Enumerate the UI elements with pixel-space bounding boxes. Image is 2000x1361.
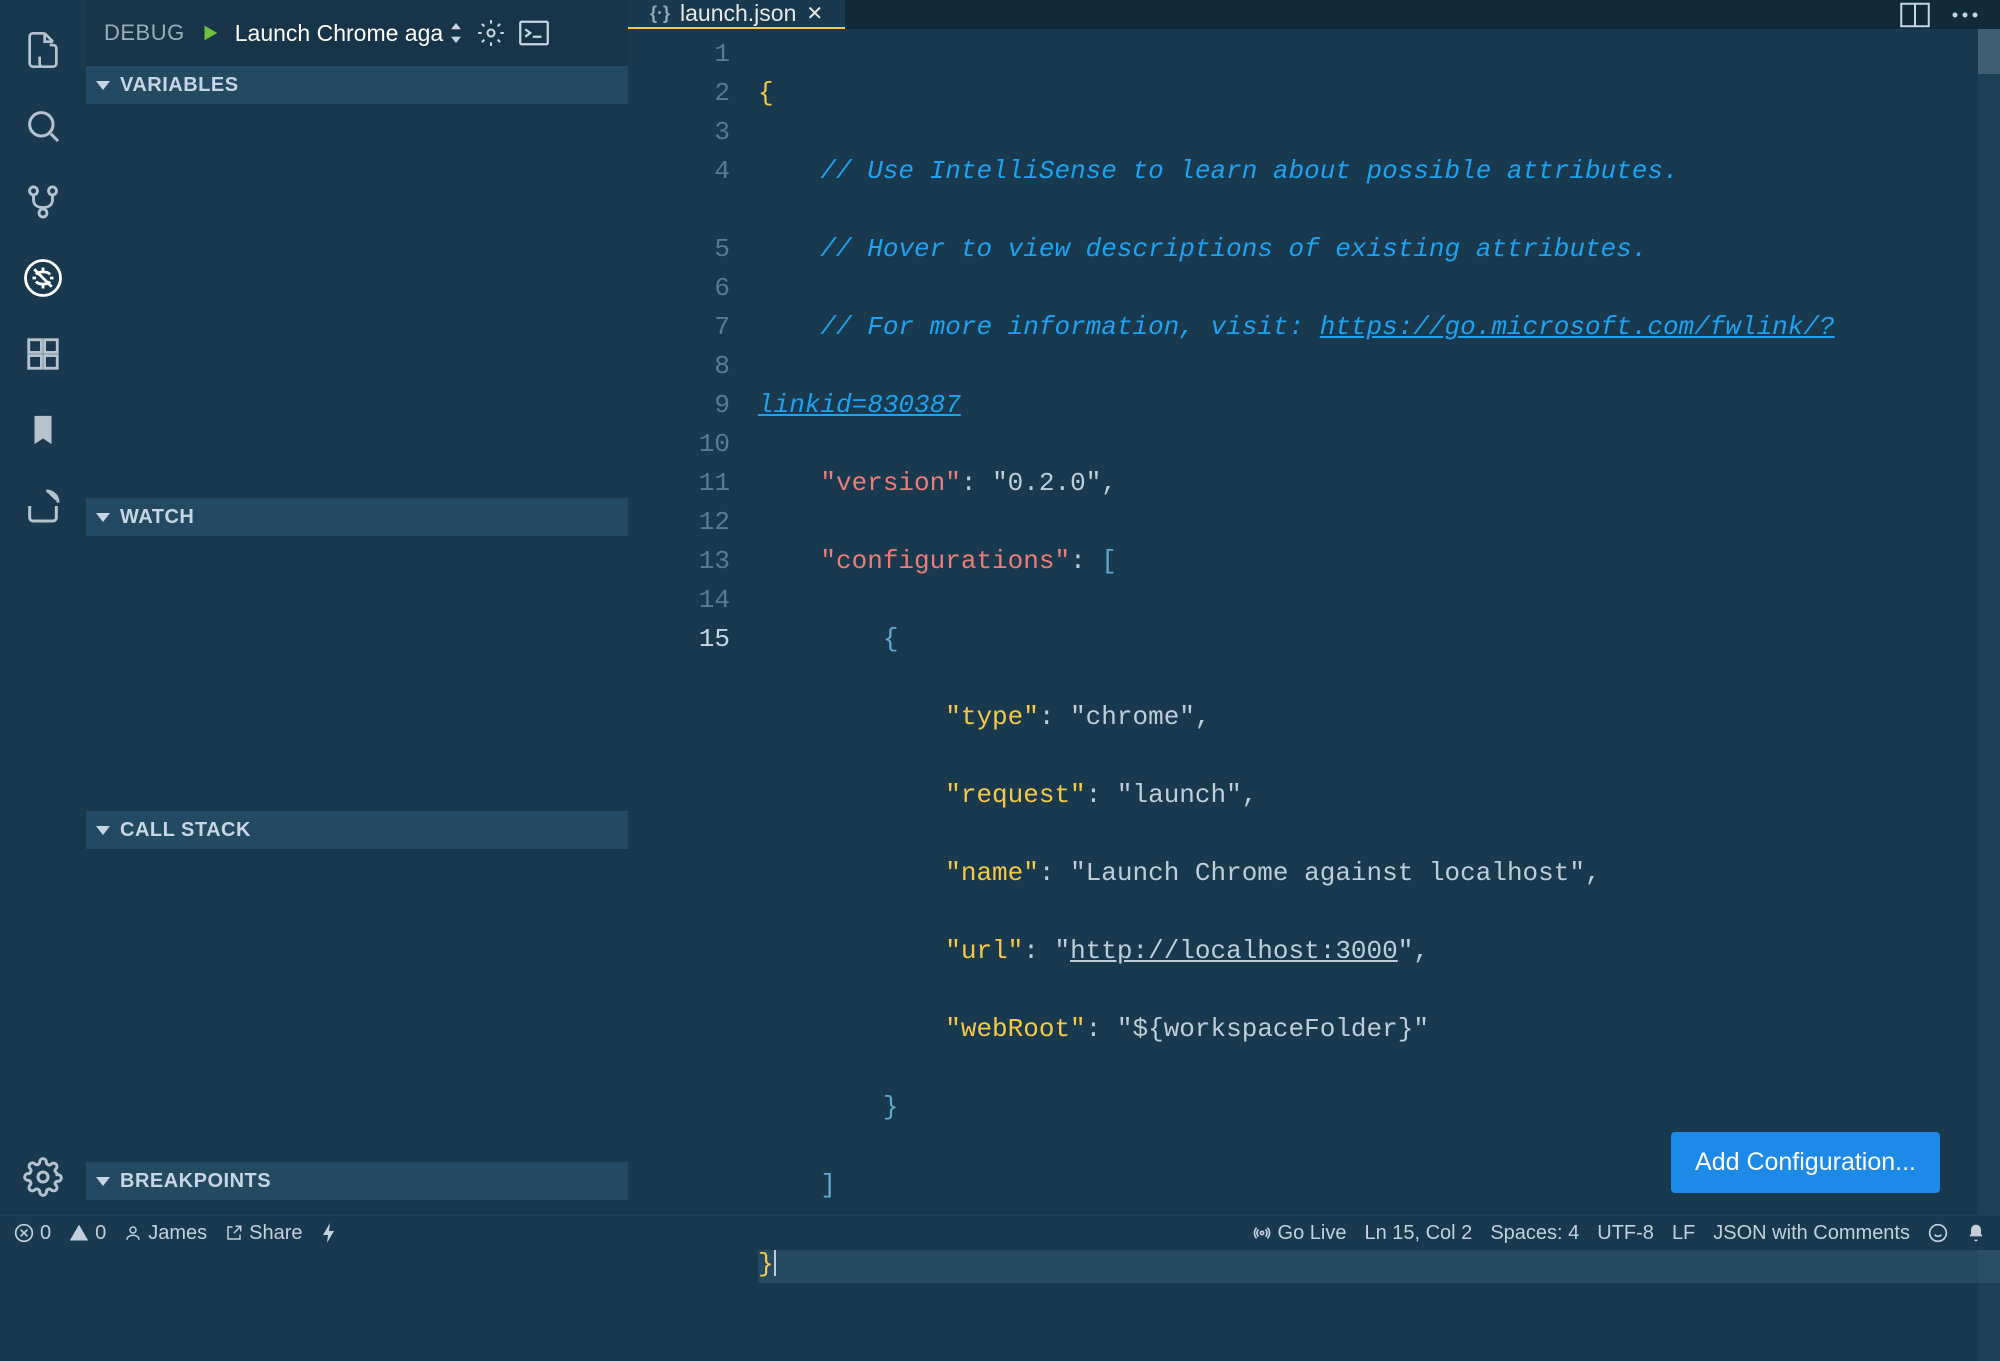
variables-section-header[interactable]: VARIABLES bbox=[86, 66, 628, 104]
status-golive[interactable]: Go Live bbox=[1252, 1222, 1347, 1245]
status-warnings[interactable]: 0 bbox=[69, 1222, 106, 1245]
extensions-icon[interactable] bbox=[11, 322, 75, 386]
minimap[interactable] bbox=[1978, 29, 2000, 1361]
settings-gear-icon[interactable] bbox=[11, 1145, 75, 1209]
chevron-down-icon bbox=[96, 513, 110, 522]
status-bar: 0 0 James Share Go Live Ln 15, Col 2 Spa… bbox=[0, 1215, 2000, 1250]
chevron-down-icon bbox=[96, 826, 110, 835]
status-bell-icon[interactable] bbox=[1966, 1223, 1986, 1243]
add-configuration-button[interactable]: Add Configuration... bbox=[1671, 1132, 1940, 1193]
json-file-icon: {·} bbox=[650, 3, 670, 24]
tab-filename: launch.json bbox=[680, 0, 796, 27]
close-icon[interactable]: ✕ bbox=[806, 1, 823, 26]
variables-label: VARIABLES bbox=[120, 74, 239, 97]
watch-body bbox=[86, 536, 628, 811]
explorer-icon[interactable] bbox=[11, 18, 75, 82]
debug-settings-icon[interactable] bbox=[477, 19, 505, 47]
debug-sidebar: DEBUG Launch Chrome aga VARIABLES bbox=[86, 0, 628, 1215]
chevron-down-icon bbox=[96, 81, 110, 90]
debug-console-icon[interactable] bbox=[519, 20, 549, 46]
status-eol[interactable]: LF bbox=[1672, 1222, 1695, 1245]
watch-label: WATCH bbox=[120, 506, 194, 529]
status-feedback-icon[interactable] bbox=[1928, 1223, 1948, 1243]
start-debug-icon[interactable] bbox=[199, 22, 221, 44]
search-icon[interactable] bbox=[11, 94, 75, 158]
breakpoints-label: BREAKPOINTS bbox=[120, 1170, 271, 1193]
callstack-section-header[interactable]: CALL STACK bbox=[86, 811, 628, 849]
breakpoints-section-header[interactable]: BREAKPOINTS bbox=[86, 1162, 628, 1200]
variables-body bbox=[86, 104, 628, 498]
debug-config-selector[interactable]: Launch Chrome aga bbox=[235, 20, 463, 47]
callstack-label: CALL STACK bbox=[120, 819, 251, 842]
line-number-gutter: 1 2 3 4 5 6 7 8 9 10 11 12 13 14 15 bbox=[628, 29, 758, 1361]
status-errors[interactable]: 0 bbox=[14, 1222, 51, 1245]
status-language-mode[interactable]: JSON with Comments bbox=[1713, 1222, 1910, 1245]
editor-actions bbox=[1900, 0, 2000, 29]
split-editor-icon[interactable] bbox=[1900, 2, 1930, 28]
tab-bar: {·} launch.json ✕ bbox=[628, 0, 2000, 29]
watch-section-header[interactable]: WATCH bbox=[86, 498, 628, 536]
source-control-icon[interactable] bbox=[11, 170, 75, 234]
debug-label: DEBUG bbox=[104, 20, 185, 46]
status-action-icon[interactable] bbox=[321, 1223, 337, 1243]
more-actions-icon[interactable] bbox=[1952, 10, 1978, 20]
status-share[interactable]: Share bbox=[225, 1222, 302, 1245]
share-icon[interactable] bbox=[11, 474, 75, 538]
status-encoding[interactable]: UTF-8 bbox=[1597, 1222, 1654, 1245]
callstack-body bbox=[86, 849, 628, 1162]
debug-config-name: Launch Chrome aga bbox=[235, 20, 443, 47]
activity-bar bbox=[0, 0, 86, 1215]
status-cursor-position[interactable]: Ln 15, Col 2 bbox=[1364, 1222, 1472, 1245]
status-indentation[interactable]: Spaces: 4 bbox=[1490, 1222, 1579, 1245]
chevron-down-icon bbox=[96, 1177, 110, 1186]
editor-group: {·} launch.json ✕ 1 2 3 4 5 6 bbox=[628, 0, 2000, 1215]
bookmark-icon[interactable] bbox=[11, 398, 75, 462]
debug-toolbar: DEBUG Launch Chrome aga bbox=[86, 0, 628, 66]
chevron-updown-icon bbox=[449, 23, 463, 43]
breakpoints-body bbox=[86, 1200, 628, 1210]
tab-launch-json[interactable]: {·} launch.json ✕ bbox=[628, 0, 845, 29]
status-user[interactable]: James bbox=[124, 1222, 207, 1245]
debug-icon[interactable] bbox=[11, 246, 75, 310]
